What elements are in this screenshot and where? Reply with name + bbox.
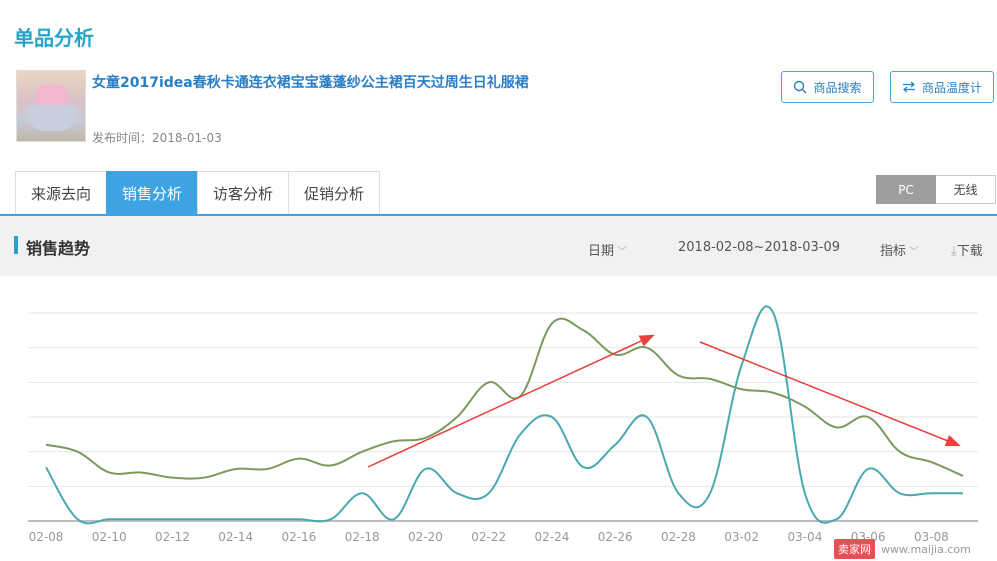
date-dropdown[interactable]: 日期 ﹀ [588, 240, 627, 259]
dress-top-shape [37, 85, 67, 107]
panel-title-marker [14, 236, 18, 254]
panel-header [0, 216, 997, 276]
chevron-down-icon: ﹀ [617, 247, 628, 258]
product-search-label: 商品搜索 [813, 80, 862, 95]
swap-arrows-icon [902, 81, 915, 93]
watermark: 卖家网 www.maijia.com [834, 538, 971, 560]
product-thermometer-button[interactable]: 商品温度计 [890, 71, 994, 103]
series-line-2 [45, 305, 963, 525]
x-tick-label: 02-08 [29, 530, 64, 544]
x-tick-label: 03-04 [787, 530, 822, 544]
sales-trend-chart: 02-08 02-10 02-12 02-14 02-16 02-18 02-20 02-22… [28, 305, 978, 544]
x-tick-label: 02-20 [408, 530, 443, 544]
product-name-link[interactable]: 女童2017idea春秋卡通连衣裙宝宝蓬蓬纱公主裙百天过周生日礼服裙 [92, 72, 529, 92]
product-thermometer-label: 商品温度计 [921, 80, 982, 95]
metric-dropdown-label: 指标 [880, 244, 907, 259]
x-tick-label: 02-12 [155, 530, 190, 544]
tab-sales[interactable]: 销售分析 [106, 171, 198, 215]
x-tick-label: 02-16 [282, 530, 317, 544]
trend-down-arrow [699, 341, 961, 447]
trend-up-arrow [367, 334, 655, 468]
date-dropdown-label: 日期 [588, 244, 615, 259]
x-tick-label: 02-10 [92, 530, 127, 544]
series-line-1 [45, 317, 964, 480]
date-range[interactable]: 2018-02-08~2018-03-09 [678, 240, 840, 255]
toggle-wireless[interactable]: 无线 [936, 175, 996, 204]
publish-date: 发布时间：2018-01-03 [92, 131, 222, 145]
search-icon [794, 80, 807, 94]
chevron-down-icon: ﹀ [909, 247, 920, 258]
x-tick-label: 02-18 [345, 530, 380, 544]
toggle-pc[interactable]: PC [876, 175, 936, 204]
x-tick-label: 02-22 [471, 530, 506, 544]
x-tick-label: 02-28 [661, 530, 696, 544]
metric-dropdown[interactable]: 指标 ﹀ [880, 240, 919, 259]
x-tick-label: 02-14 [218, 530, 253, 544]
tab-source[interactable]: 来源去向 [15, 171, 107, 215]
x-tick-label: 02-26 [598, 530, 633, 544]
analysis-tabs: 来源去向 销售分析 访客分析 促销分析 [15, 171, 381, 215]
dress-skirt-shape [27, 105, 77, 131]
product-search-button[interactable]: 商品搜索 [781, 71, 874, 103]
device-toggle: PC 无线 [876, 175, 996, 204]
x-tick-label: 03-02 [724, 530, 759, 544]
page-title: 单品分析 [14, 26, 94, 50]
tab-promotion[interactable]: 促销分析 [288, 171, 381, 215]
watermark-logo: 卖家网 [834, 539, 875, 559]
panel-title: 销售趋势 [26, 239, 91, 258]
download-button[interactable]: ⤓下载 [951, 240, 983, 259]
download-label: 下载 [956, 244, 983, 259]
watermark-url: www.maijia.com [881, 542, 971, 556]
x-tick-label: 02-24 [534, 530, 569, 544]
tab-visitors[interactable]: 访客分析 [197, 171, 289, 215]
product-thumbnail[interactable] [16, 70, 86, 142]
